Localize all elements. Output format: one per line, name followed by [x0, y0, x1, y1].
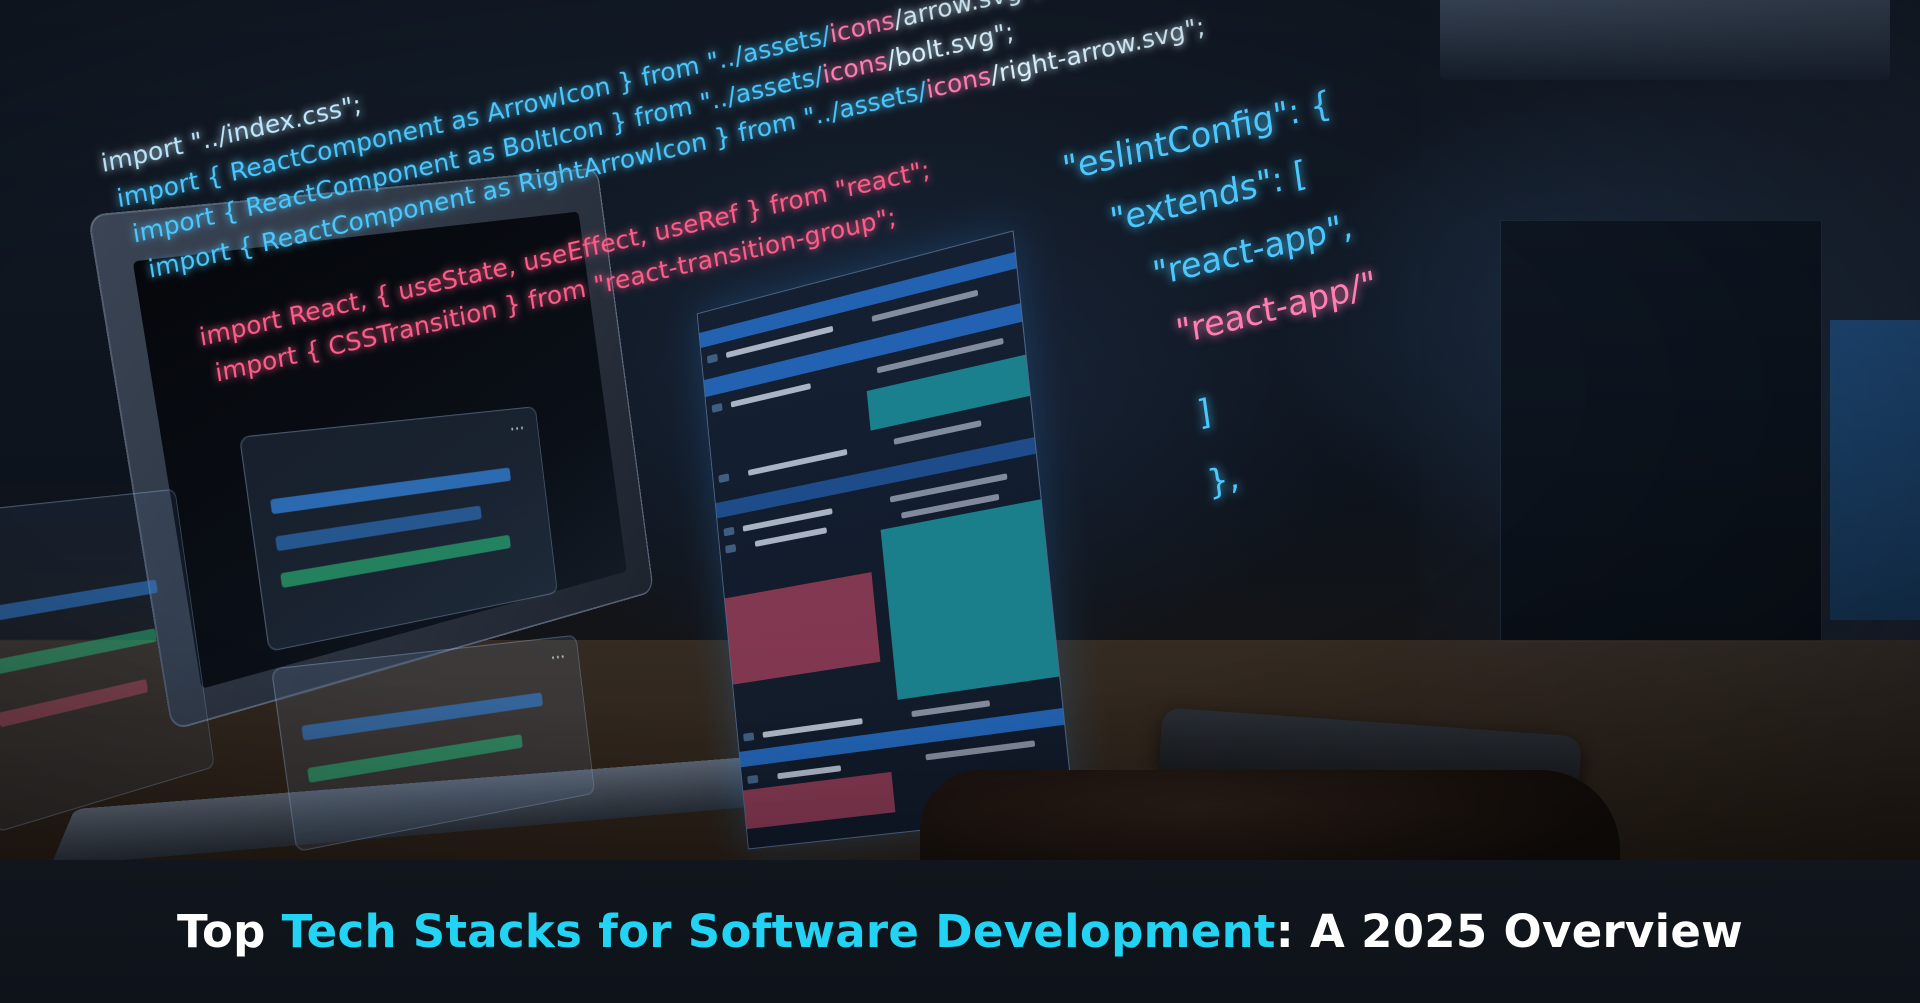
background-blue-object — [1830, 320, 1920, 620]
background-window — [1440, 0, 1890, 80]
background-shelf — [1500, 220, 1822, 642]
holo-config-line: ] — [1195, 391, 1213, 434]
ellipsis-icon: ⋯ — [509, 418, 528, 440]
floating-code-panel — [697, 230, 1075, 849]
hero-image: ⋯ ⋯ import "../index.css"; import {Reac… — [0, 0, 1920, 860]
hero-banner: ⋯ ⋯ import "../index.css"; import {Reac… — [0, 0, 1920, 1003]
glass-bar — [307, 734, 523, 783]
title-tail: : A 2025 Overview — [1276, 905, 1743, 958]
ellipsis-icon: ⋯ — [549, 646, 568, 668]
glass-bar — [0, 628, 157, 675]
title-highlight: Tech Stacks for Software Development — [282, 905, 1276, 958]
glass-bar — [0, 679, 148, 728]
glass-bar — [0, 579, 158, 623]
holo-config-line: }, — [1205, 457, 1242, 505]
hand — [920, 770, 1620, 860]
diff-added-band — [880, 499, 1059, 700]
diff-removed-band — [725, 572, 881, 685]
title-lead: Top — [177, 905, 282, 958]
banner-title: Top Tech Stacks for Software Development… — [177, 905, 1743, 958]
hologram-code-config: "eslintConfig": { "extends": [ "react-ap… — [1060, 77, 1414, 598]
glass-bar — [301, 692, 543, 740]
caption-band: Top Tech Stacks for Software Development… — [0, 860, 1920, 1003]
